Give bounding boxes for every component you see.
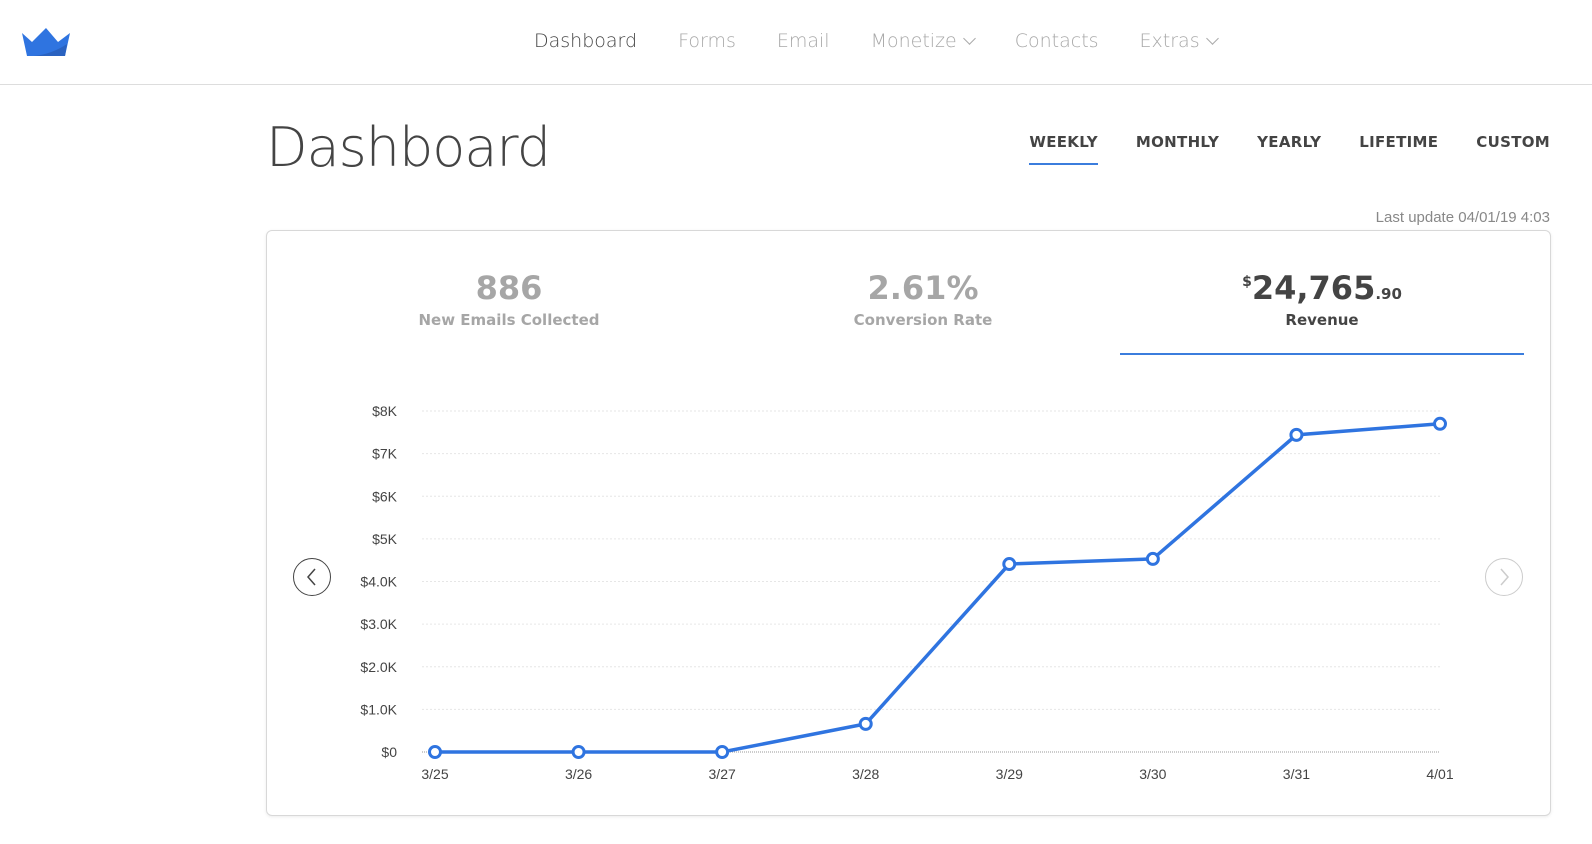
x-tick-label: 3/27 [709,766,736,782]
y-tick-label: $4.0K [360,574,397,590]
x-tick-label: 3/25 [421,766,448,782]
revenue-line-chart: $0 $1.0K $2.0K $3.0K $4.0K $5K $6K $7K $8K 3/25 3/… [360,403,1453,782]
y-tick-label: $8K [372,403,398,419]
x-tick-label: 3/31 [1283,766,1310,782]
data-point [428,745,442,759]
y-tick-label: $7K [372,446,398,462]
x-tick-label: 4/01 [1426,766,1453,782]
data-point [571,745,586,759]
y-tick-label: $2.0K [360,659,397,675]
data-point [1289,427,1304,442]
data-point [858,716,873,731]
x-tick-label: 3/28 [852,766,879,782]
y-tick-label: $6K [372,488,398,504]
y-tick-label: $5K [372,531,398,547]
data-point [1145,551,1160,566]
revenue-series-line [435,422,1441,754]
x-tick-label: 3/30 [1139,766,1166,782]
data-point [1002,557,1017,572]
data-point [715,745,730,759]
y-tick-label: $1.0K [360,701,397,717]
x-tick-label: 3/26 [565,766,592,782]
y-tick-label: $3.0K [360,616,397,632]
x-tick-label: 3/29 [996,766,1023,782]
data-point [1433,416,1447,431]
y-tick-label: $0 [381,744,397,760]
